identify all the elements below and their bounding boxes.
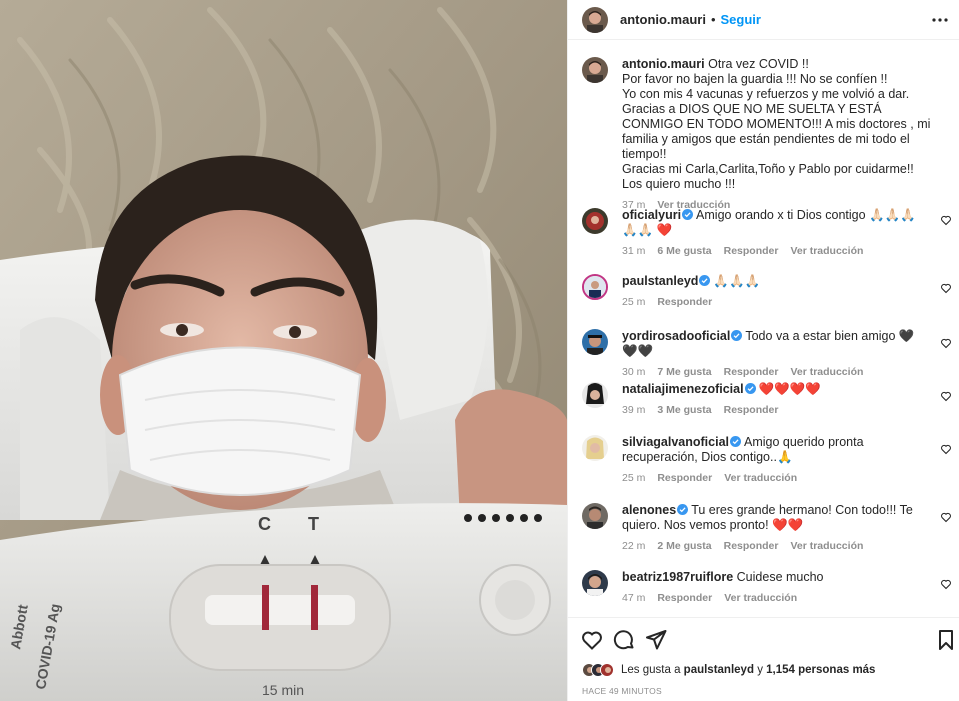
commenter-avatar[interactable] [582,382,608,408]
commenter-avatar[interactable] [582,503,608,529]
follow-button[interactable]: Seguir [721,12,761,27]
comment-likes[interactable]: 7 Me gusta [657,366,711,378]
likes-user[interactable]: paulstanleyd [684,664,754,676]
comment-time[interactable]: 47 m [622,592,645,604]
post-image: C T Abbott COVID-19 Ag 15 min [0,0,567,701]
comment-time[interactable]: 39 m [622,404,645,416]
bookmark-icon[interactable] [934,628,958,652]
caption-text: Otra vez COVID !! Por favor no bajen la … [622,57,931,191]
comment-time[interactable]: 30 m [622,366,645,378]
reply-button[interactable]: Responder [724,540,779,552]
more-icon[interactable] [928,8,952,32]
comment-text: Cuidese mucho [736,570,824,584]
likes-summary: Les gusta a paulstanleyd y 1,154 persona… [582,663,875,677]
heart-icon[interactable] [940,511,952,523]
comment-likes[interactable]: 3 Me gusta [657,404,711,416]
post-header: antonio.mauri • Seguir [568,0,959,40]
liker-avatars [582,663,614,677]
heart-icon[interactable] [940,337,952,349]
likes-connector: y [757,664,763,676]
heart-icon[interactable] [940,390,952,402]
comment-icon[interactable] [612,628,636,652]
comment-username[interactable]: silviagalvanoficial [622,435,729,449]
verified-badge-icon [731,330,743,341]
comment-username[interactable]: oficialyuri [622,208,681,222]
heart-icon[interactable] [940,282,952,294]
commenter-avatar[interactable] [582,329,608,355]
author-username[interactable]: antonio.mauri [620,12,706,27]
reply-button[interactable]: Responder [657,592,712,604]
comment-time[interactable]: 31 m [622,245,645,257]
author-avatar[interactable] [582,57,608,83]
reply-button[interactable]: Responder [724,404,779,416]
post-photo[interactable]: C T Abbott COVID-19 Ag 15 min [0,0,567,701]
verified-badge-icon [744,383,756,394]
comment-item: silviagalvanoficial Amigo querido pronta … [582,435,952,484]
comment-username[interactable]: yordirosadooficial [622,329,730,343]
comment-text: ❤️❤️❤️❤️ [758,382,821,396]
comment-username[interactable]: nataliajimenezoficial [622,382,744,396]
post-panel: antonio.mauri • Seguir antonio.mauri Otr… [567,0,959,701]
translate-button[interactable]: Ver traducción [724,592,797,604]
comment-time[interactable]: 22 m [622,540,645,552]
comment-item: beatriz1987ruiflore Cuidese mucho 47 m R… [582,570,952,604]
comment-likes[interactable]: 2 Me gusta [657,540,711,552]
reply-button[interactable]: Responder [724,366,779,378]
svg-text:T: T [308,514,319,534]
svg-text:C: C [258,514,271,534]
commenter-avatar[interactable] [582,435,608,461]
verified-badge-icon [677,504,689,515]
comment-item: oficialyuri Amigo orando x ti Dios contig… [582,208,952,257]
comment-item: nataliajimenezoficial ❤️❤️❤️❤️ 39 m 3 Me … [582,382,952,416]
commenter-avatar[interactable] [582,274,608,300]
author-avatar[interactable] [582,6,608,33]
heart-icon[interactable] [940,214,952,226]
verified-badge-icon [730,436,741,447]
svg-text:15 min: 15 min [262,682,304,698]
post-caption: antonio.mauri Otra vez COVID !! Por favo… [582,57,952,211]
verified-badge-icon [682,209,694,220]
likes-prefix: Les gusta a [621,664,681,676]
translate-button[interactable]: Ver traducción [790,366,863,378]
translate-button[interactable]: Ver traducción [790,540,863,552]
comment-item: paulstanleyd 🙏🏻🙏🏻🙏🏻 25 m Responder [582,274,952,308]
translate-button[interactable]: Ver traducción [790,245,863,257]
share-icon[interactable] [644,628,668,652]
post-timestamp[interactable]: HACE 49 MINUTOS [582,686,662,696]
comment-item: yordirosadooficial Todo va a estar bien a… [582,329,952,378]
reply-button[interactable]: Responder [724,245,779,257]
likes-count[interactable]: 1,154 personas más [766,664,875,676]
verified-badge-icon [699,275,711,286]
action-bar: Les gusta a paulstanleyd y 1,154 persona… [568,617,959,701]
commenter-avatar[interactable] [582,208,608,234]
caption-username[interactable]: antonio.mauri [622,57,705,71]
heart-icon[interactable] [940,443,952,455]
comment-item: alenones Tu eres grande hermano! Con todo… [582,503,952,552]
comments-list[interactable]: antonio.mauri Otra vez COVID !! Por favo… [568,41,959,616]
liker-avatar[interactable] [600,663,614,677]
reply-button[interactable]: Responder [657,296,712,308]
heart-icon[interactable] [580,628,604,652]
comment-likes[interactable]: 6 Me gusta [657,245,711,257]
comment-username[interactable]: paulstanleyd [622,274,698,288]
separator-dot: • [710,12,716,27]
comment-text: 🙏🏻🙏🏻🙏🏻 [713,274,761,288]
heart-icon[interactable] [940,578,952,590]
comment-username[interactable]: beatriz1987ruiflore [622,570,733,584]
reply-button[interactable]: Responder [657,472,712,484]
comment-username[interactable]: alenones [622,503,676,517]
translate-button[interactable]: Ver traducción [724,472,797,484]
comment-time[interactable]: 25 m [622,472,645,484]
comment-time[interactable]: 25 m [622,296,645,308]
commenter-avatar[interactable] [582,570,608,596]
